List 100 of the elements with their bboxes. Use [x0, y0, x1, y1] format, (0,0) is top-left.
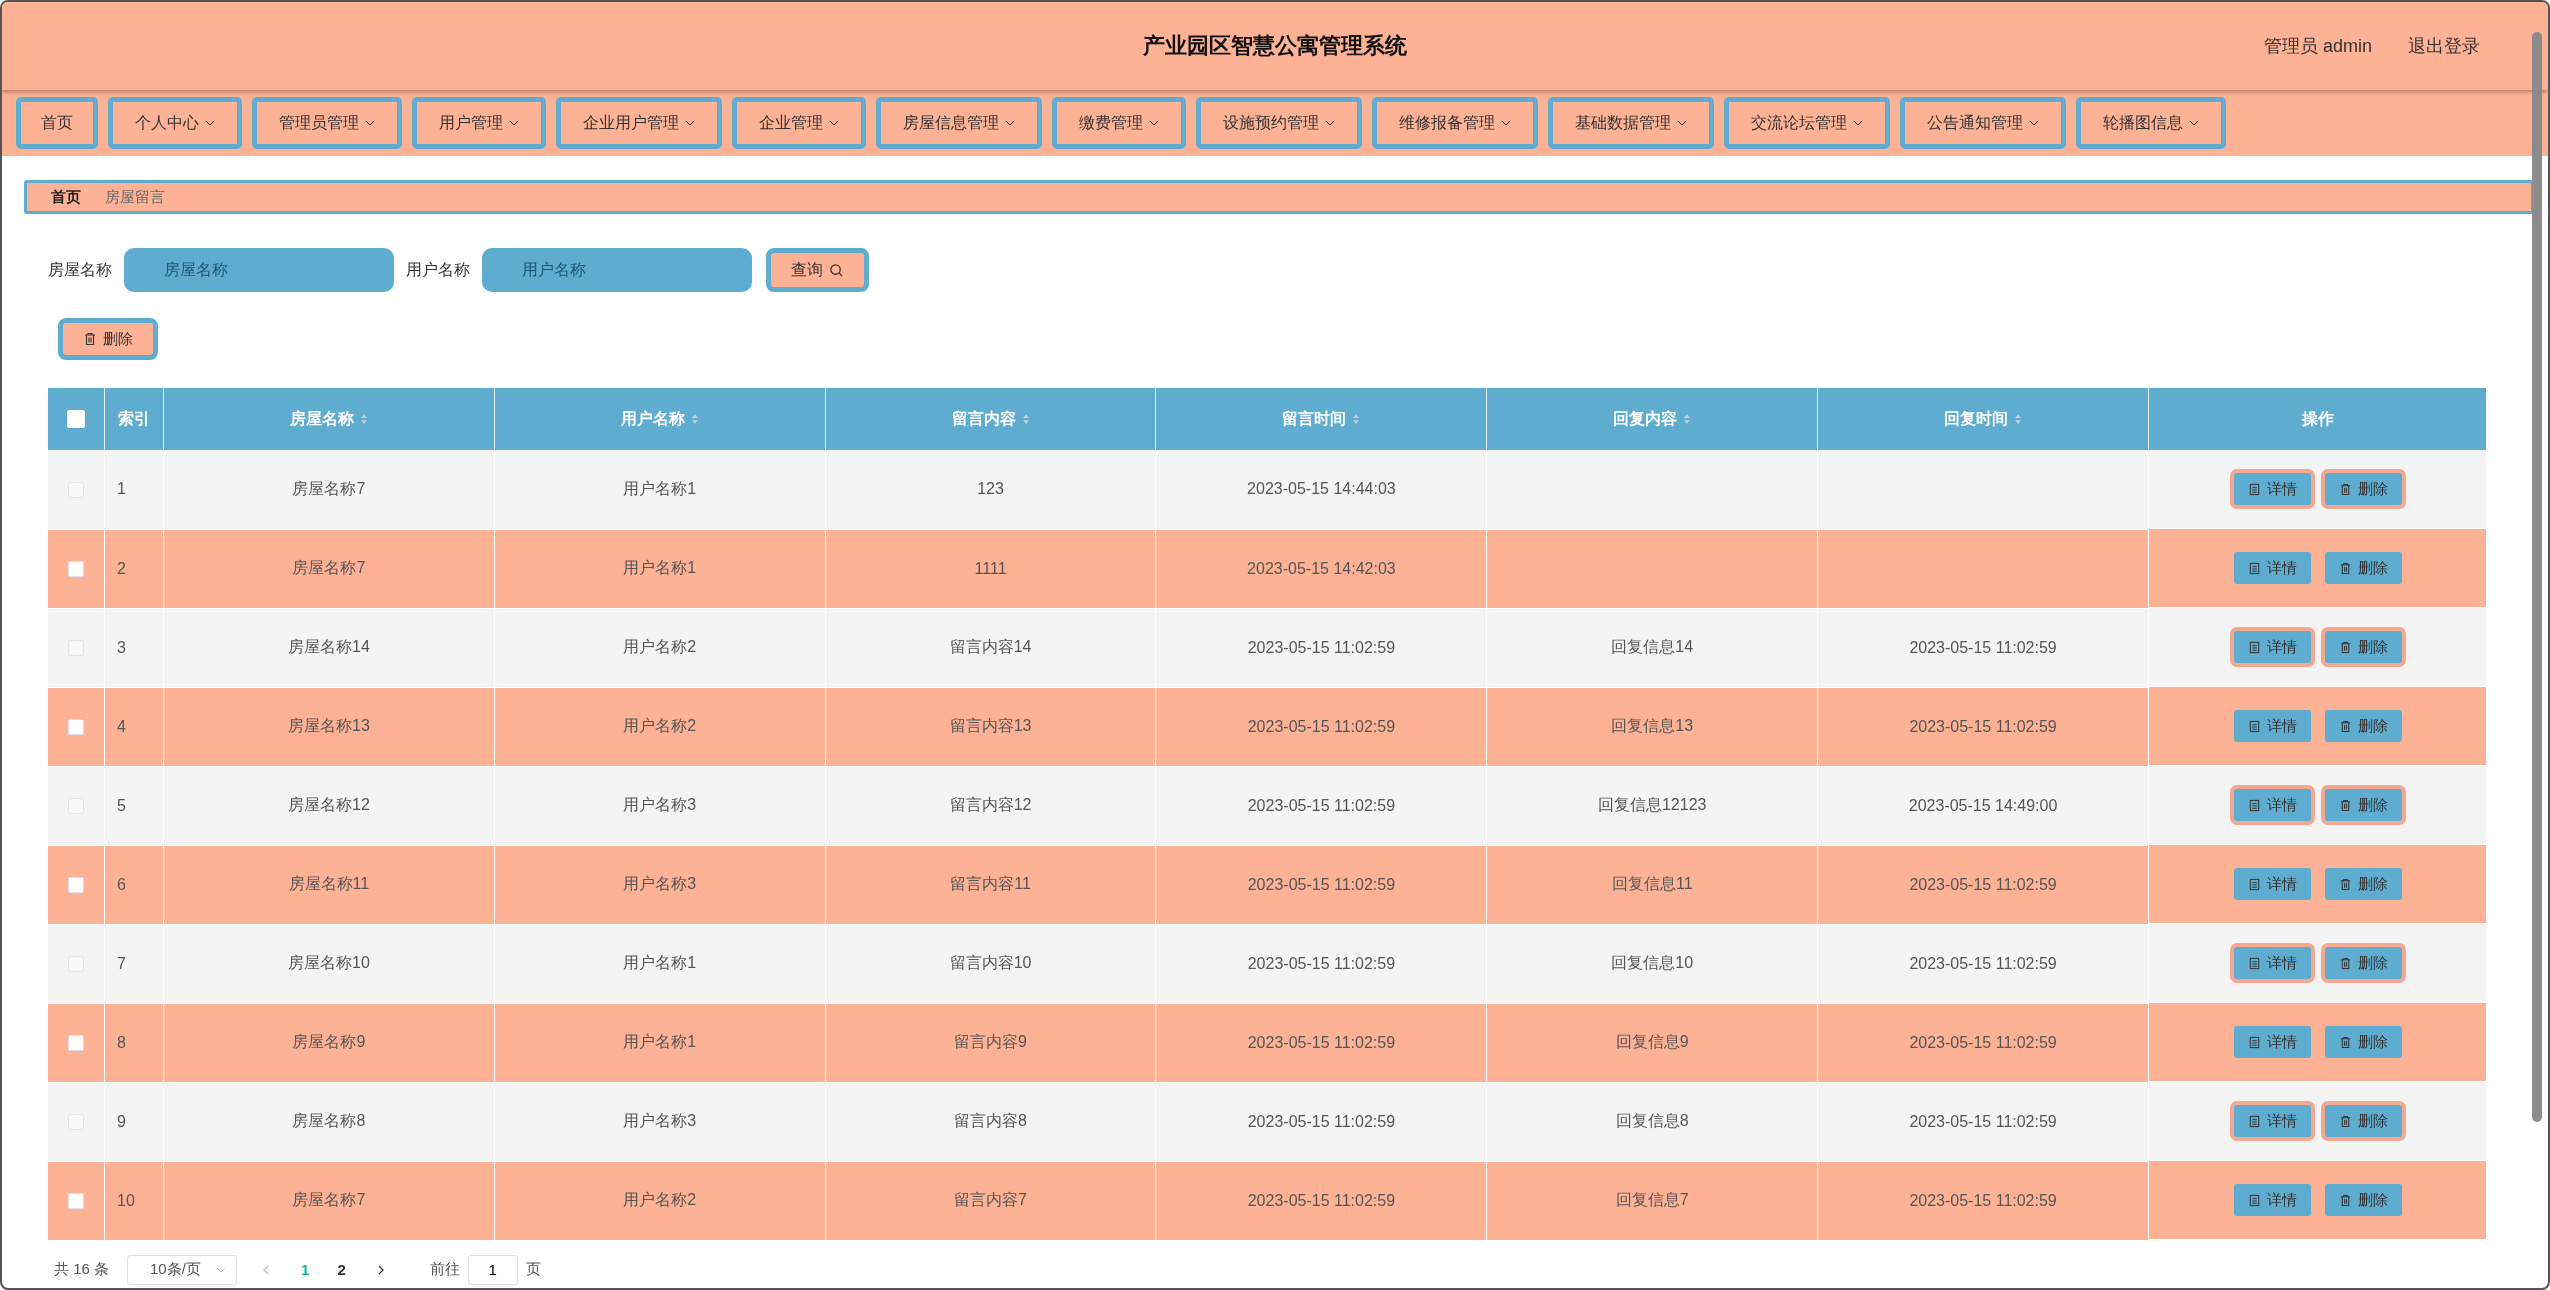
table-cell: 房屋名称7	[292, 1191, 366, 1208]
nav-menu-item[interactable]: 轮播图信息	[2076, 97, 2226, 149]
details-button[interactable]: 详情	[2233, 1026, 2311, 1058]
scrollbar[interactable]	[2532, 32, 2542, 1122]
delete-button[interactable]: 删除	[2324, 710, 2402, 742]
table-cell: 1	[117, 480, 126, 498]
chevron-down-icon	[1149, 120, 1159, 126]
table-cell: 2023-05-15 14:49:00	[1908, 796, 2058, 814]
details-button[interactable]: 详情	[2233, 868, 2311, 900]
document-icon	[2247, 798, 2261, 812]
table-cell: 8	[117, 1033, 126, 1051]
nav-menu-item[interactable]: 缴费管理	[1052, 97, 1186, 149]
row-checkbox[interactable]	[68, 719, 84, 736]
nav-menu-item[interactable]: 交流论坛管理	[1724, 97, 1890, 149]
nav-menu-item[interactable]: 房屋信息管理	[876, 97, 1042, 149]
table-cell: 回复信息13	[1611, 717, 1694, 734]
chevron-down-icon	[1005, 120, 1015, 126]
table-cell: 回复信息11	[1611, 875, 1693, 892]
table-cell: 2023-05-15 11:02:59	[1247, 1033, 1396, 1051]
document-icon	[2247, 1193, 2261, 1207]
details-button[interactable]: 详情	[2233, 710, 2311, 742]
delete-button[interactable]: 删除	[2324, 868, 2402, 900]
trash-icon	[2338, 482, 2352, 496]
delete-button[interactable]: 删除	[58, 318, 158, 360]
row-checkbox[interactable]	[68, 877, 84, 894]
table-cell: 用户名称1	[623, 1033, 697, 1050]
goto-label: 前往	[429, 1260, 460, 1279]
nav-menu-item[interactable]: 企业用户管理	[556, 97, 722, 149]
row-checkbox[interactable]	[68, 1035, 84, 1052]
details-button[interactable]: 详情	[2233, 552, 2311, 584]
trash-icon	[2338, 1193, 2352, 1207]
table-cell: 6	[117, 875, 126, 893]
table-cell: 7	[117, 954, 126, 972]
table-cell: 房屋名称13	[288, 717, 370, 734]
table-cell: 房屋名称9	[292, 1033, 366, 1050]
table-cell: 10	[117, 1191, 135, 1209]
delete-button[interactable]: 删除	[2324, 1026, 2402, 1058]
logout-link[interactable]: 退出登录	[2408, 34, 2480, 58]
chevron-left-icon	[263, 1264, 270, 1275]
trash-icon	[2338, 1035, 2352, 1049]
delete-button[interactable]: 删除	[2324, 552, 2402, 584]
table-cell: 2023-05-15 14:44:03	[1247, 480, 1396, 498]
table-cell: 2023-05-15 14:42:03	[1247, 559, 1396, 577]
document-icon	[2247, 719, 2261, 733]
delete-button[interactable]: 删除	[2324, 1184, 2402, 1216]
nav-menu-item[interactable]: 个人中心	[108, 97, 242, 149]
column-header: 索引	[104, 388, 164, 450]
chevron-down-icon	[2029, 120, 2039, 126]
search-button[interactable]: 查询	[766, 248, 869, 292]
row-checkbox[interactable]	[68, 561, 84, 578]
sort-icon	[2014, 413, 2023, 426]
select-all-checkbox[interactable]	[67, 410, 85, 429]
document-icon	[2247, 877, 2261, 891]
field-label: 用户名称	[406, 259, 470, 280]
table-cell: 房屋名称10	[288, 954, 370, 971]
table-cell: 123	[977, 480, 1004, 498]
table-cell: 2023-05-15 11:02:59	[1247, 875, 1396, 893]
chevron-down-icon	[1325, 120, 1335, 126]
table-cell: 2023-05-15 11:02:59	[1909, 1112, 2057, 1130]
page-size-select[interactable]: 10条/页	[127, 1254, 238, 1285]
nav-menu-item[interactable]: 企业管理	[732, 97, 866, 149]
nav-menu-item[interactable]: 用户管理	[412, 97, 546, 149]
page-input[interactable]: 1	[467, 1254, 518, 1285]
nav-menu-item[interactable]: 维修报备管理	[1372, 97, 1538, 149]
table-cell: 回复信息12123	[1597, 796, 1707, 813]
sort-icon	[1021, 413, 1030, 426]
table-cell: 2023-05-15 11:02:59	[1909, 954, 2057, 972]
trash-icon	[2338, 719, 2352, 733]
table-cell: 2023-05-15 11:02:59	[1909, 1033, 2057, 1051]
table-cell: 2023-05-15 11:02:59	[1909, 717, 2057, 735]
chevron-down-icon	[365, 120, 375, 126]
chevron-down-icon	[2189, 120, 2199, 126]
table-cell: 留言内容8	[954, 1112, 1027, 1129]
breadcrumb-item[interactable]: 首页	[51, 187, 81, 207]
page-suffix: 页	[525, 1260, 541, 1279]
table-cell: 2023-05-15 11:02:59	[1247, 717, 1396, 735]
table-cell: 5	[117, 796, 126, 814]
table-cell: 2023-05-15 11:02:59	[1247, 954, 1396, 972]
row-checkbox[interactable]	[68, 1193, 84, 1210]
table-cell: 留言内容13	[949, 717, 1032, 734]
table-cell: 2023-05-15 11:02:59	[1247, 796, 1396, 814]
trash-icon	[2338, 877, 2352, 891]
trash-icon	[2338, 956, 2352, 970]
nav-menu-item[interactable]: 公告通知管理	[1900, 97, 2066, 149]
table-cell: 3	[117, 638, 126, 656]
details-button[interactable]: 详情	[2233, 1184, 2311, 1216]
trash-icon	[83, 332, 97, 346]
nav-menu-item[interactable]: 首页	[16, 97, 98, 149]
nav-menu-item[interactable]: 设施预约管理	[1196, 97, 1362, 149]
nav-menu-item[interactable]: 管理员管理	[252, 97, 402, 149]
table-cell: 用户名称3	[623, 796, 697, 813]
document-icon	[2247, 561, 2261, 575]
breadcrumb-item[interactable]: 房屋留言	[105, 187, 165, 207]
column-header: 操作	[2148, 388, 2486, 450]
search-field[interactable]: 用户名称	[482, 248, 752, 292]
search-field[interactable]: 房屋名称	[124, 248, 394, 292]
table-cell: 用户名称2	[623, 717, 697, 734]
document-icon	[2247, 640, 2261, 654]
page-number[interactable]: 2	[331, 1261, 352, 1278]
nav-menu-item[interactable]: 基础数据管理	[1548, 97, 1714, 149]
